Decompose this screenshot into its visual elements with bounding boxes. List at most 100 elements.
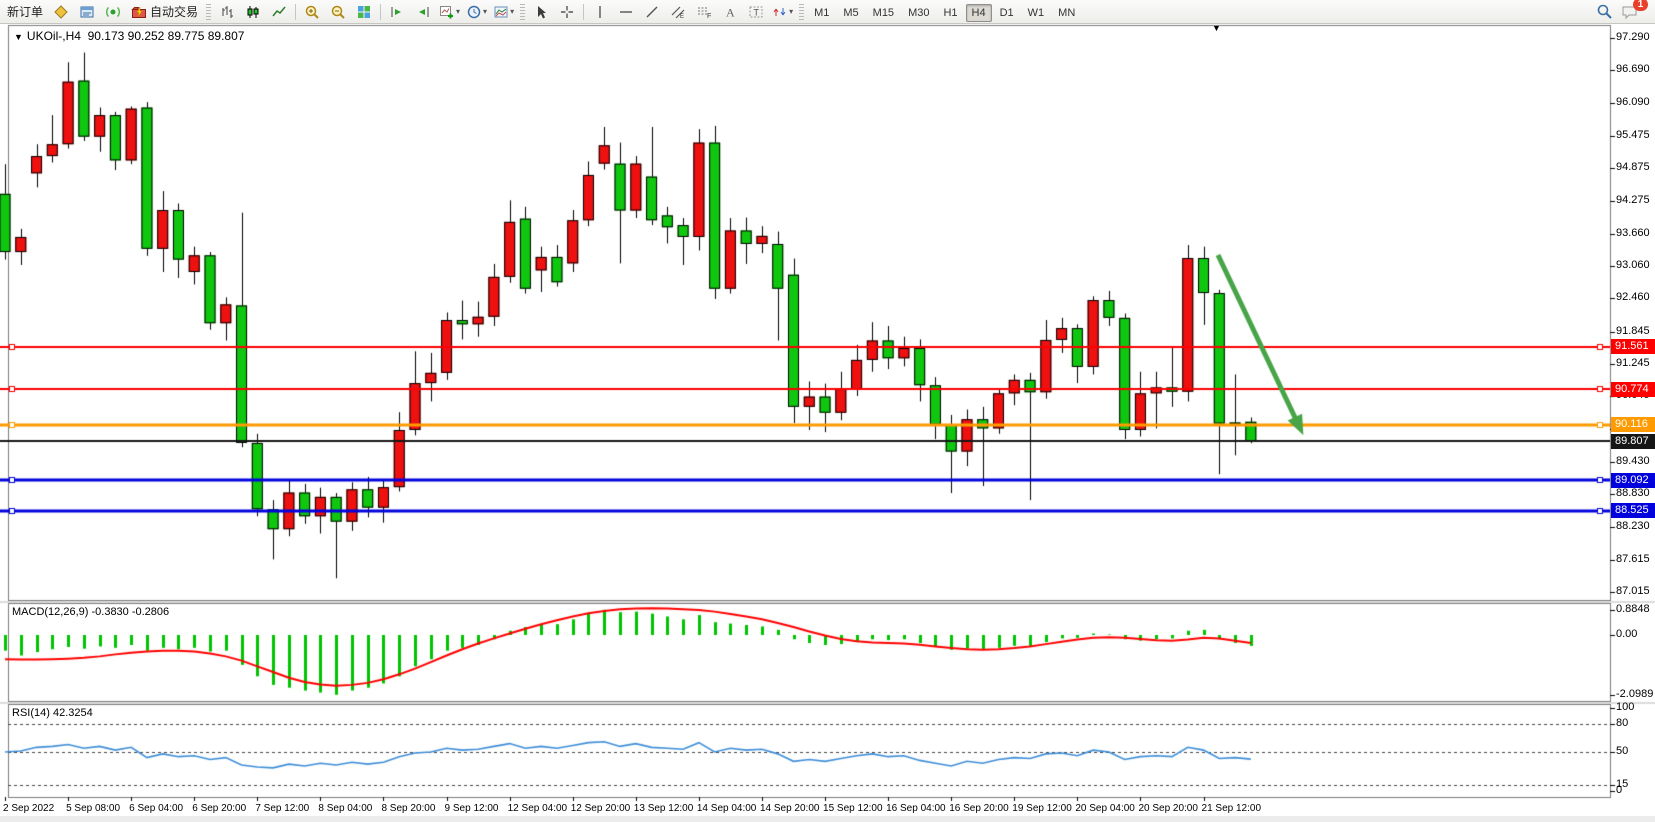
toolbar-grip [520, 4, 525, 20]
price-tick-label: 91.245 [1616, 357, 1650, 369]
rsi-tick-label: 0 [1616, 784, 1622, 796]
price-tick-label: 93.660 [1616, 227, 1650, 239]
time-tick-label: 19 Sep 12:00 [1012, 803, 1072, 814]
chevron-down-icon: ▾ [456, 7, 460, 16]
price-tick-label: 97.290 [1616, 31, 1650, 43]
macd-name: MACD(12,26,9) [12, 606, 88, 618]
chart-bars-icon[interactable] [214, 1, 240, 23]
time-tick-label: 2 Sep 2022 [3, 803, 54, 814]
time-tick-label: 6 Sep 04:00 [129, 803, 183, 814]
application-window: 新订单 自动交易 ▾ ▾ ▾ E F A T ▾ M1M5M1 [0, 0, 1655, 822]
price-tick-label: 92.460 [1616, 291, 1650, 303]
timeframe-M5[interactable]: M5 [837, 4, 864, 22]
svg-text:E: E [680, 14, 684, 20]
price-tick-label: 94.275 [1616, 194, 1650, 206]
rsi-name: RSI(14) [12, 707, 50, 719]
price-tick-label: 87.015 [1616, 585, 1650, 597]
price-level-badge: 89.807 [1611, 434, 1655, 449]
chart-candles-icon[interactable] [240, 1, 266, 23]
new-order-button[interactable]: 新订单 [2, 1, 48, 23]
trendline-icon[interactable] [639, 1, 665, 23]
zoom-in-icon[interactable] [299, 1, 325, 23]
time-tick-label: 20 Sep 20:00 [1138, 803, 1198, 814]
data-window-icon[interactable] [74, 1, 100, 23]
timeframe-H1[interactable]: H1 [937, 4, 963, 22]
time-tick-label: 8 Sep 04:00 [318, 803, 372, 814]
search-icon[interactable] [1591, 1, 1617, 23]
toolbar-separator [583, 4, 584, 20]
timeframe-D1[interactable]: D1 [994, 4, 1020, 22]
time-tick-label: 5 Sep 08:00 [66, 803, 120, 814]
price-chart-canvas[interactable] [0, 0, 1655, 822]
new-order-label: 新订单 [7, 3, 43, 20]
chevron-down-icon: ▾ [789, 7, 793, 16]
navigator-icon[interactable] [100, 1, 126, 23]
periods-icon[interactable]: ▾ [463, 1, 490, 23]
svg-text:A: A [726, 5, 735, 19]
price-tick-label: 95.475 [1616, 129, 1650, 141]
toolbar-grip [206, 4, 211, 20]
vertical-line-icon[interactable] [587, 1, 613, 23]
text-icon[interactable]: A [717, 1, 743, 23]
tile-windows-icon[interactable] [351, 1, 377, 23]
price-tick-label: 94.875 [1616, 161, 1650, 173]
time-tick-label: 15 Sep 12:00 [823, 803, 883, 814]
auto-scroll-icon[interactable] [384, 1, 410, 23]
price-tick-label: 96.090 [1616, 96, 1650, 108]
new-chart-icon[interactable]: ▾ [436, 1, 463, 23]
chart-shift-icon[interactable] [410, 1, 436, 23]
toolbar-separator [380, 4, 381, 20]
timeframe-M30[interactable]: M30 [902, 4, 935, 22]
crosshair-icon[interactable] [554, 1, 580, 23]
auto-trading-button[interactable]: 自动交易 [126, 1, 203, 23]
channel-icon[interactable]: E [665, 1, 691, 23]
horizontal-line-icon[interactable] [613, 1, 639, 23]
time-tick-label: 9 Sep 12:00 [445, 803, 499, 814]
fibonacci-icon[interactable]: F [691, 1, 717, 23]
price-tick-label: 93.060 [1616, 259, 1650, 271]
timeframe-W1[interactable]: W1 [1022, 4, 1051, 22]
auto-trading-label: 自动交易 [150, 3, 198, 20]
rsi-tick-label: 80 [1616, 717, 1628, 729]
time-tick-label: 16 Sep 04:00 [886, 803, 946, 814]
time-tick-label: 14 Sep 04:00 [697, 803, 757, 814]
chat-icon[interactable]: 1 [1617, 1, 1643, 23]
rsi-tick-label: 100 [1616, 701, 1634, 713]
price-level-badge: 90.116 [1611, 417, 1655, 432]
chart-line-icon[interactable] [266, 1, 292, 23]
macd-values: -0.3830 -0.2806 [91, 606, 169, 618]
svg-text:F: F [707, 13, 711, 20]
price-level-badge: 88.525 [1611, 503, 1655, 518]
timeframe-M1[interactable]: M1 [808, 4, 835, 22]
notification-badge: 1 [1633, 0, 1648, 11]
time-tick-label: 7 Sep 12:00 [255, 803, 309, 814]
price-level-badge: 89.092 [1611, 473, 1655, 488]
time-tick-label: 12 Sep 04:00 [508, 803, 568, 814]
svg-text:T: T [754, 7, 760, 17]
timeframe-H4[interactable]: H4 [966, 4, 992, 22]
time-tick-label: 13 Sep 12:00 [634, 803, 694, 814]
cursor-icon[interactable] [528, 1, 554, 23]
collapse-triangle-icon[interactable]: ▼ [14, 32, 23, 42]
market-watch-icon[interactable] [48, 1, 74, 23]
price-tick-label: 91.845 [1616, 325, 1650, 337]
timeframe-M15[interactable]: M15 [867, 4, 900, 22]
auto-trading-icon [131, 4, 147, 20]
rsi-tick-label: 50 [1616, 745, 1628, 757]
chevron-down-icon: ▾ [510, 7, 514, 16]
price-tick-label: 88.830 [1616, 487, 1650, 499]
chart-ohlc-readout: 90.173 90.252 89.775 89.807 [88, 29, 245, 43]
toolbar-grip [799, 4, 804, 20]
template-icon[interactable]: ▾ [490, 1, 517, 23]
main-toolbar: 新订单 自动交易 ▾ ▾ ▾ E F A T ▾ M1M5M1 [0, 0, 1655, 24]
chart-shift-marker-icon[interactable]: ▼ [1212, 23, 1221, 33]
timeframe-group: M1M5M15M30H1H4D1W1MN [807, 3, 1082, 21]
chart-symbol-period: UKOil-,H4 [27, 29, 81, 43]
timeframe-MN[interactable]: MN [1052, 4, 1081, 22]
price-level-badge: 91.561 [1611, 339, 1655, 354]
zoom-out-icon[interactable] [325, 1, 351, 23]
label-icon[interactable]: T [743, 1, 769, 23]
arrows-icon[interactable]: ▾ [769, 1, 796, 23]
time-tick-label: 21 Sep 12:00 [1202, 803, 1262, 814]
chevron-down-icon: ▾ [483, 7, 487, 16]
